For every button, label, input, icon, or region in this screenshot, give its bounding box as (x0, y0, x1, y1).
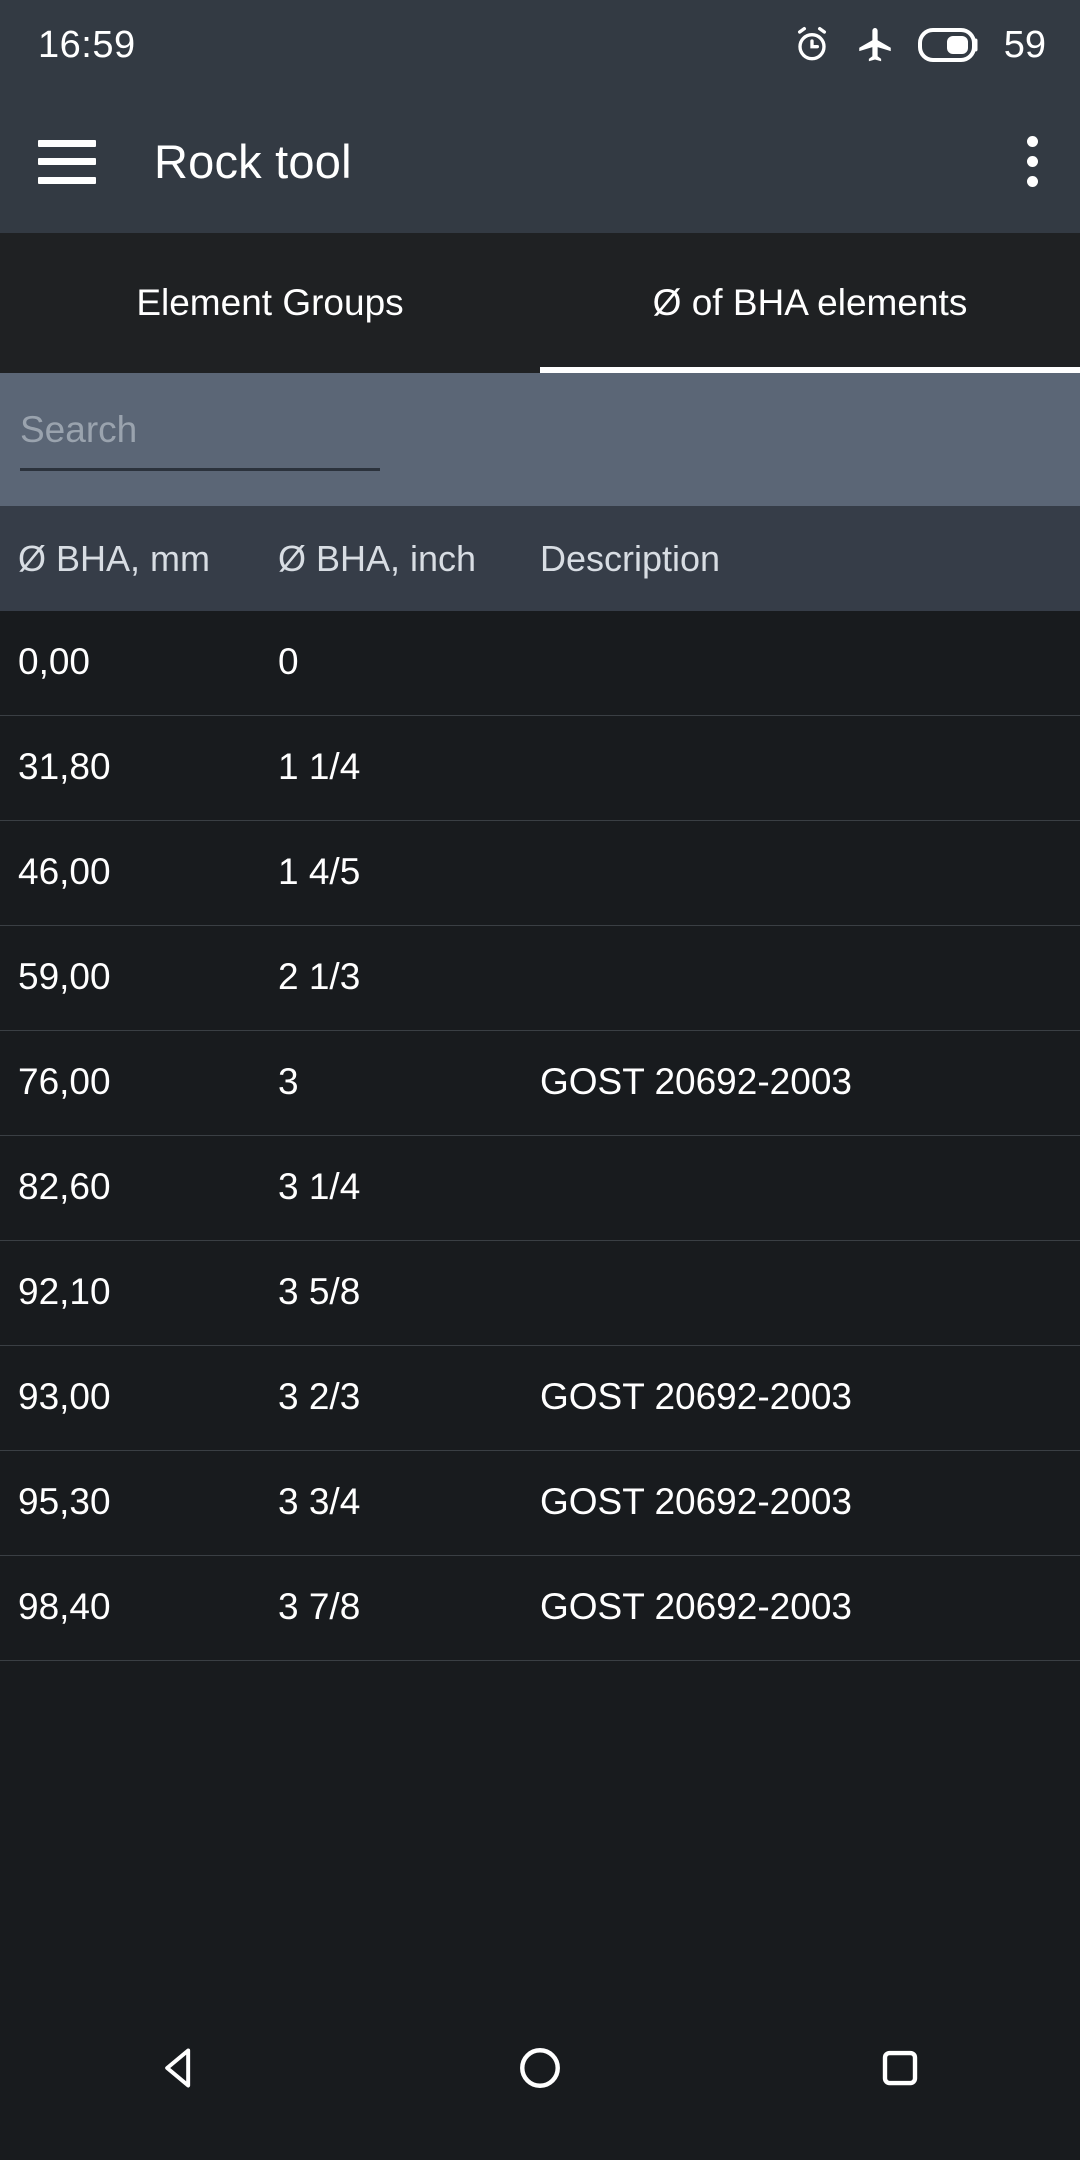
table-row[interactable]: 0,00 0 (0, 611, 1080, 716)
battery-icon (917, 28, 980, 62)
column-header-description: Description (540, 537, 721, 579)
tab-bar: Element Groups Ø of BHA elements (0, 233, 1080, 373)
cell-description: GOST 20692-2003 (540, 1586, 852, 1627)
tab-element-groups-label: Element Groups (136, 282, 404, 323)
cell-diameter-mm: 0,00 (18, 641, 91, 682)
table-row[interactable]: 59,00 2 1/3 (0, 926, 1080, 1031)
more-options-icon[interactable] (1018, 128, 1046, 195)
cell-diameter-mm: 59,00 (18, 956, 111, 997)
battery-percent-label: 59 (1003, 23, 1046, 66)
tab-bha-elements-label: Ø of BHA elements (652, 282, 968, 323)
cell-diameter-mm: 98,40 (18, 1586, 111, 1627)
system-navigation-bar (0, 1975, 1080, 2160)
cell-diameter-inch: 0 (278, 641, 299, 682)
cell-diameter-mm: 31,80 (18, 746, 111, 787)
cell-description: GOST 20692-2003 (540, 1061, 852, 1102)
table-row[interactable]: 82,60 3 1/4 (0, 1136, 1080, 1241)
cell-diameter-mm: 95,30 (18, 1481, 111, 1522)
search-field-wrapper[interactable] (20, 409, 380, 471)
table-body: 0,00 0 31,80 1 1/4 46,00 1 4/5 59,00 2 1/3 76,00… (0, 611, 1080, 1661)
table-row[interactable]: 46,00 1 4/5 (0, 821, 1080, 926)
table-row[interactable]: 95,30 3 3/4 GOST 20692-2003 (0, 1451, 1080, 1556)
status-bar: 16:59 59 (0, 0, 1080, 90)
cell-diameter-mm: 82,60 (18, 1166, 111, 1207)
cell-diameter-inch: 3 (278, 1061, 299, 1102)
search-input[interactable] (20, 409, 380, 451)
tab-bha-elements[interactable]: Ø of BHA elements (540, 233, 1080, 373)
hamburger-menu-icon[interactable] (38, 139, 96, 184)
tab-element-groups[interactable]: Element Groups (0, 233, 540, 373)
table-header-row: Ø BHA, mm Ø BHA, inch Description (0, 506, 1080, 611)
airplane-mode-icon (854, 24, 896, 66)
table-row[interactable]: 93,00 3 2/3 GOST 20692-2003 (0, 1346, 1080, 1451)
cell-diameter-mm: 76,00 (18, 1061, 111, 1102)
alarm-icon (792, 25, 832, 65)
home-nav-icon[interactable] (475, 2003, 605, 2133)
cell-diameter-inch: 3 3/4 (278, 1481, 361, 1522)
table-row[interactable]: 98,40 3 7/8 GOST 20692-2003 (0, 1556, 1080, 1661)
page-title: Rock tool (154, 135, 352, 188)
table-row[interactable]: 31,80 1 1/4 (0, 716, 1080, 821)
cell-diameter-mm: 93,00 (18, 1376, 111, 1417)
cell-diameter-mm: 46,00 (18, 851, 111, 892)
cell-diameter-inch: 2 1/3 (278, 956, 361, 997)
table-row[interactable]: 92,10 3 5/8 (0, 1241, 1080, 1346)
column-header-diameter-mm: Ø BHA, mm (18, 537, 211, 579)
search-bar (0, 373, 1080, 506)
cell-diameter-mm: 92,10 (18, 1271, 111, 1312)
cell-diameter-inch: 1 1/4 (278, 746, 361, 787)
cell-diameter-inch: 3 7/8 (278, 1586, 361, 1627)
cell-diameter-inch: 3 2/3 (278, 1376, 361, 1417)
bha-elements-table: Ø BHA, mm Ø BHA, inch Description 0,00 0 3… (0, 506, 1080, 2025)
cell-description: GOST 20692-2003 (540, 1376, 852, 1417)
back-nav-icon[interactable] (115, 2003, 245, 2133)
cell-diameter-inch: 3 1/4 (278, 1166, 361, 1207)
table-row[interactable]: 76,00 3 GOST 20692-2003 (0, 1031, 1080, 1136)
recents-nav-icon[interactable] (835, 2003, 965, 2133)
cell-diameter-inch: 1 4/5 (278, 851, 361, 892)
column-header-diameter-inch: Ø BHA, inch (278, 537, 477, 579)
cell-description: GOST 20692-2003 (540, 1481, 852, 1522)
cell-diameter-inch: 3 5/8 (278, 1271, 361, 1312)
app-bar: Rock tool (0, 90, 1080, 233)
status-bar-icons: 59 (792, 24, 1046, 67)
status-bar-time: 16:59 (38, 23, 136, 66)
